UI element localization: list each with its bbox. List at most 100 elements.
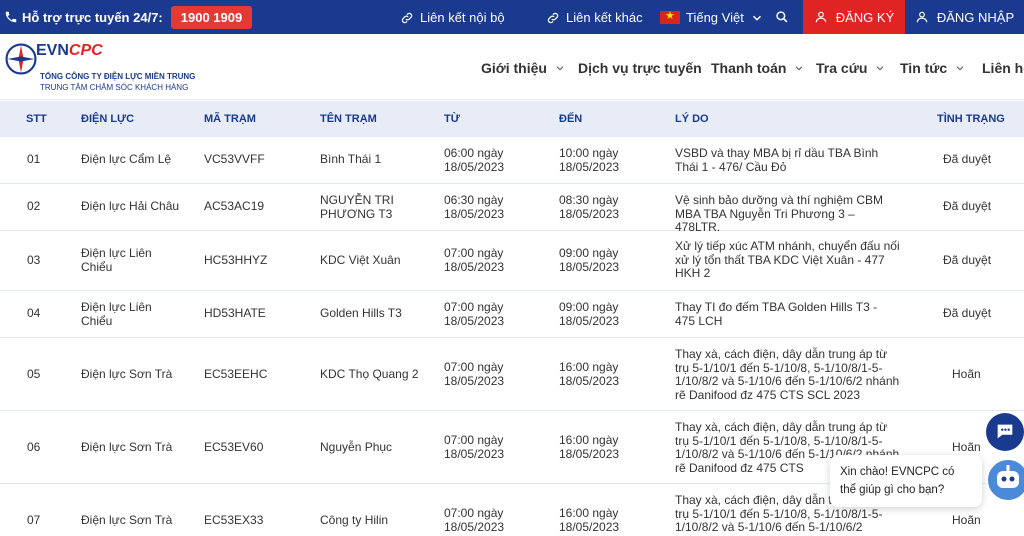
cell-tu: 07:00 ngày 18/05/2023 xyxy=(444,300,505,328)
internal-links[interactable]: Liên kết nội bộ xyxy=(400,10,505,25)
nav-lien-he[interactable]: Liên hệ xyxy=(982,60,1024,76)
col-stt: STT xyxy=(26,113,47,125)
nav-thanh-toan[interactable]: Thanh toán xyxy=(711,60,804,76)
cell-stt: 02 xyxy=(27,199,41,213)
cell-stt: 06 xyxy=(27,440,41,454)
cell-tinh-trang: Hoãn xyxy=(952,440,981,454)
chevron-down-icon xyxy=(752,15,761,21)
cell-dien-luc: Điện lực Cẩm Lệ xyxy=(81,152,172,166)
cell-ma-tram: HD53HATE xyxy=(204,306,266,320)
table-row: 01 Điện lực Cẩm Lệ VC53VVFF Bình Thái 1 … xyxy=(0,137,1024,184)
cell-den: 16:00 ngày 18/05/2023 xyxy=(559,360,620,388)
language-select[interactable]: Tiếng Việt xyxy=(660,9,764,25)
cell-ly-do: VSBD và thay MBA bị rỉ dầu TBA Bình Thái… xyxy=(675,146,879,174)
cell-stt: 01 xyxy=(27,152,41,166)
cell-tinh-trang: Đã duyệt xyxy=(943,253,992,267)
cell-tinh-trang: Đã duyệt xyxy=(943,199,992,213)
cell-ten-tram: Golden Hills T3 xyxy=(320,306,402,320)
search-icon xyxy=(776,11,788,23)
cell-tinh-trang: Hoãn xyxy=(952,367,981,381)
register-label: ĐĂNG KÝ xyxy=(835,9,895,25)
cell-ly-do: Xử lý tiếp xúc ATM nhánh, chuyển đấu nối… xyxy=(675,239,900,280)
cell-dien-luc: Điện lực Sơn Trà xyxy=(81,440,173,454)
link-icon xyxy=(401,12,413,23)
chevron-down-icon xyxy=(877,66,884,71)
vietnam-flag-icon xyxy=(660,9,680,24)
cell-den: 09:00 ngày 18/05/2023 xyxy=(559,300,620,328)
language-label: Tiếng Việt xyxy=(686,10,744,25)
cell-tinh-trang: Đã duyệt xyxy=(943,306,992,320)
chevron-down-icon xyxy=(556,66,564,71)
nav-gioi-thieu[interactable]: Giới thiệu xyxy=(481,60,565,76)
nav-dich-vu-truc-tuyen[interactable]: Dịch vụ trực tuyến xyxy=(578,60,702,76)
cell-stt: 04 xyxy=(27,306,41,320)
chevron-down-icon xyxy=(956,66,964,71)
cell-ma-tram: VC53VVFF xyxy=(204,152,265,166)
login-button[interactable]: ĐĂNG NHẬP xyxy=(905,0,1024,34)
robot-icon xyxy=(997,465,1019,488)
logo-company-name: TỔNG CÔNG TY ĐIỆN LỰC MIỀN TRUNG xyxy=(40,72,196,81)
col-ma-tram: MÃ TRẠM xyxy=(204,113,256,125)
cell-tu: 06:30 ngày 18/05/2023 xyxy=(444,193,505,221)
logo-center-name: TRUNG TÂM CHĂM SÓC KHÁCH HÀNG xyxy=(40,83,189,92)
cell-dien-luc: Điện lực Hải Châu xyxy=(81,199,180,213)
nav-tra-cuu[interactable]: Tra cứu xyxy=(816,60,885,76)
col-ten-tram: TÊN TRẠM xyxy=(320,113,377,125)
cell-stt: 05 xyxy=(27,367,41,381)
cell-tu: 06:00 ngày 18/05/2023 xyxy=(444,146,505,174)
evn-logo-icon xyxy=(5,43,37,75)
cell-ten-tram: KDC Thọ Quang 2 xyxy=(320,367,419,381)
cell-ma-tram: AC53AC19 xyxy=(204,199,265,213)
cell-ma-tram: HC53HHYZ xyxy=(204,253,268,267)
other-links[interactable]: Liên kết khác xyxy=(546,10,643,25)
support-chat-button[interactable] xyxy=(986,413,1024,451)
support-info: Hỗ trợ trực tuyến 24/7: 1900 1909 xyxy=(0,5,253,29)
search-button[interactable] xyxy=(775,10,789,24)
col-dien-luc: ĐIỆN LỰC xyxy=(81,113,135,125)
table-row: 03 Điện lực Liên Chiểu HC53HHYZ KDC Việt… xyxy=(0,231,1024,291)
hotline-button[interactable]: 1900 1909 xyxy=(170,5,253,29)
col-ly-do: LÝ DO xyxy=(675,113,709,125)
cell-ma-tram: EC53EV60 xyxy=(204,440,264,454)
cell-den: 10:00 ngày 18/05/2023 xyxy=(559,146,620,174)
table-row: 02 Điện lực Hải Châu AC53AC19 NGUYỄN TRI… xyxy=(0,184,1024,234)
cell-ly-do: Thay xà, cách điện, dây dẫn trung áp từ … xyxy=(675,347,900,402)
cell-dien-luc: Điện lực Sơn Trà xyxy=(81,513,173,527)
cell-tinh-trang: Hoãn xyxy=(952,513,981,527)
register-button[interactable]: ĐĂNG KÝ xyxy=(803,0,905,34)
logo-brand: EVNCPC xyxy=(36,42,103,59)
chatbot-avatar-icon[interactable] xyxy=(986,458,1024,502)
cell-dien-luc: Điện lực Liên Chiểu xyxy=(81,246,152,274)
support-label: Hỗ trợ trực tuyến 24/7: xyxy=(22,9,163,25)
cell-ma-tram: EC53EEHC xyxy=(204,367,268,381)
link-icon xyxy=(547,12,559,23)
other-links-label: Liên kết khác xyxy=(566,10,643,25)
cell-ten-tram: Công ty Hilin xyxy=(320,513,389,527)
login-label: ĐĂNG NHẬP xyxy=(936,9,1015,25)
cell-dien-luc: Điện lực Liên Chiểu xyxy=(81,300,152,328)
cell-ten-tram: KDC Việt Xuân xyxy=(320,253,401,267)
nav-tin-tuc[interactable]: Tin tức xyxy=(900,60,965,76)
internal-links-label: Liên kết nội bộ xyxy=(420,10,505,25)
table-row: 05 Điện lực Sơn Trà EC53EEHC KDC Thọ Qua… xyxy=(0,338,1024,411)
col-tu: TỪ xyxy=(444,113,460,125)
cell-tu: 07:00 ngày 18/05/2023 xyxy=(444,433,505,461)
cell-dien-luc: Điện lực Sơn Trà xyxy=(81,367,173,381)
cell-ten-tram: Bình Thái 1 xyxy=(320,152,382,166)
table-row: 04 Điện lực Liên Chiểu HD53HATE Golden H… xyxy=(0,291,1024,338)
phone-icon xyxy=(5,11,17,23)
cell-ten-tram: Nguyễn Phục xyxy=(320,440,393,454)
cell-ma-tram: EC53EX33 xyxy=(204,513,264,527)
cell-ly-do: Thay TI đo đếm TBA Golden Hills T3 - 475… xyxy=(675,300,878,328)
cell-tinh-trang: Đã duyệt xyxy=(943,152,992,166)
cell-stt: 03 xyxy=(27,253,41,267)
evncpc-logo[interactable] xyxy=(4,42,38,76)
cell-tu: 07:00 ngày 18/05/2023 xyxy=(444,506,505,534)
cell-den: 09:00 ngày 18/05/2023 xyxy=(559,246,620,274)
user-icon xyxy=(815,11,826,23)
col-den: ĐẾN xyxy=(559,113,583,125)
cell-stt: 07 xyxy=(27,513,41,527)
cell-den: 16:00 ngày 18/05/2023 xyxy=(559,506,620,534)
top-bar: Hỗ trợ trực tuyến 24/7: 1900 1909 Liên k… xyxy=(0,0,1024,34)
table-header: STT ĐIỆN LỰC MÃ TRẠM TÊN TRẠM TỪ ĐẾN LÝ … xyxy=(0,101,1024,137)
